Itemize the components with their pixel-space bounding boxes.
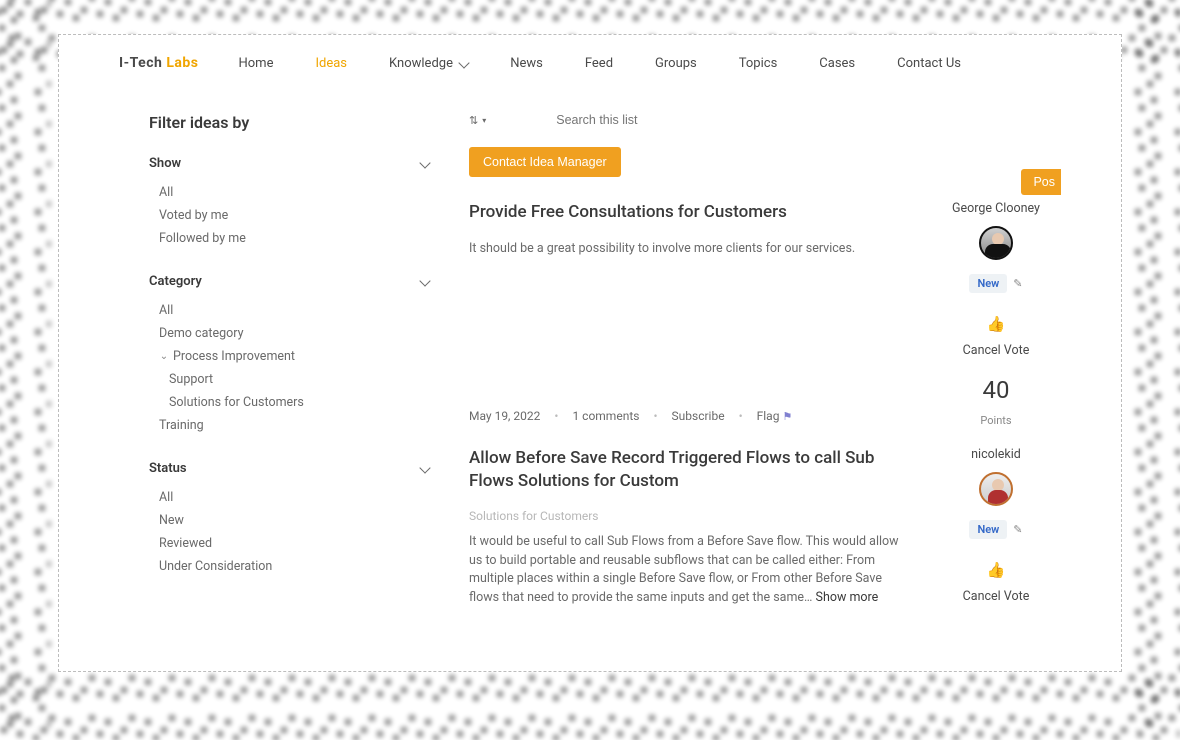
nav-items: Home Ideas Knowledge News Feed Groups To… [238,56,960,71]
status-row: New ✎ [969,520,1022,539]
logo-text-1: I-Tech [119,55,162,71]
filter-item-cat-support[interactable]: Support [159,372,429,387]
filter-group-status: Status All New Reviewed Under Considerat… [149,461,429,574]
filters-title: Filter ideas by [149,113,429,132]
thumbs-up-icon[interactable]: 👍 [987,315,1006,333]
filter-item-followed[interactable]: Followed by me [159,231,429,246]
avatar[interactable] [979,226,1013,260]
chevron-down-icon [421,461,429,476]
app-frame: I-Tech Labs Home Ideas Knowledge News Fe… [58,34,1122,672]
idea-meta: May 19, 2022 • 1 comments • Subscribe • … [469,409,911,423]
filter-status-label: Status [149,461,187,476]
filter-item-all[interactable]: All [159,185,429,200]
display-toggle[interactable]: ⇅▾ [469,114,486,127]
idea-body: Provide Free Consultations for Customers… [469,201,911,427]
author-name[interactable]: nicolekid [971,447,1021,462]
filters-sidebar: Filter ideas by Show All Voted by me Fol… [149,113,429,628]
idea-card: Allow Before Save Record Triggered Flows… [469,447,1061,608]
status-row: New ✎ [969,274,1022,293]
idea-body: Allow Before Save Record Triggered Flows… [469,447,911,608]
nav-knowledge-label: Knowledge [389,56,453,71]
filter-item-cat-process[interactable]: ⌄ Process Improvement [159,349,429,364]
idea-description: It should be a great possibility to invo… [469,240,909,259]
content: Filter ideas by Show All Voted by me Fol… [59,85,1121,628]
chevron-down-icon [460,56,468,71]
nav-topics[interactable]: Topics [739,56,778,71]
separator-dot: • [554,409,558,423]
nav-news[interactable]: News [510,56,543,71]
list-icon: ⇅ [469,114,478,127]
idea-comments-link[interactable]: 1 comments [572,409,639,423]
filter-item-status-new[interactable]: New [159,513,429,528]
filter-item-cat-demo[interactable]: Demo category [159,326,429,341]
pencil-icon[interactable]: ✎ [1013,277,1022,290]
points-label: Points [980,414,1011,427]
pencil-icon[interactable]: ✎ [1013,523,1022,536]
nav-home[interactable]: Home [238,56,273,71]
status-badge: New [969,520,1007,539]
idea-description: It would be useful to call Sub Flows fro… [469,533,909,608]
idea-side: George Clooney New ✎ 👍 Cancel Vote 40 Po… [931,201,1061,427]
filter-item-status-all[interactable]: All [159,490,429,505]
cancel-vote-link[interactable]: Cancel Vote [963,589,1030,604]
filter-show-label: Show [149,156,181,171]
logo-text-2: Labs [166,55,198,71]
cancel-vote-link[interactable]: Cancel Vote [963,343,1030,358]
avatar[interactable] [979,472,1013,506]
filter-item-voted[interactable]: Voted by me [159,208,429,223]
main-column: ⇅▾ Pos Contact Idea Manager Provide Free… [469,113,1061,628]
caret-down-icon: ▾ [482,116,486,125]
chevron-down-icon [421,156,429,171]
separator-dot: • [653,409,657,423]
filter-item-status-under[interactable]: Under Consideration [159,559,429,574]
filter-category-label: Category [149,274,202,289]
filter-item-cat-process-label: Process Improvement [173,349,295,364]
author-name[interactable]: George Clooney [952,201,1040,216]
idea-card: Provide Free Consultations for Customers… [469,201,1061,427]
filter-item-cat-all[interactable]: All [159,303,429,318]
points-value: 40 [983,376,1010,404]
contact-idea-manager-button[interactable]: Contact Idea Manager [469,147,621,177]
idea-flag-link[interactable]: Flag ⚑ [757,409,793,423]
nav-knowledge[interactable]: Knowledge [389,56,468,71]
search-input[interactable] [556,113,756,127]
nav-feed[interactable]: Feed [585,56,613,71]
idea-date: May 19, 2022 [469,409,540,423]
flag-icon: ⚑ [782,410,792,423]
filter-item-status-reviewed[interactable]: Reviewed [159,536,429,551]
idea-side: nicolekid New ✎ 👍 Cancel Vote [931,447,1061,608]
separator-dot: • [739,409,743,423]
nav-ideas[interactable]: Ideas [315,56,347,71]
show-more-link[interactable]: Show more [816,590,879,605]
top-nav: I-Tech Labs Home Ideas Knowledge News Fe… [59,35,1121,85]
chevron-down-icon [421,274,429,289]
idea-subcategory[interactable]: Solutions for Customers [469,509,911,523]
thumbs-up-icon[interactable]: 👍 [987,561,1006,579]
filter-header-status[interactable]: Status [149,461,429,476]
nav-contact-us[interactable]: Contact Us [897,56,961,71]
post-button[interactable]: Pos [1021,169,1061,195]
nav-cases[interactable]: Cases [819,56,855,71]
idea-flag-label: Flag [757,409,780,423]
idea-title[interactable]: Provide Free Consultations for Customers [469,201,911,224]
nav-groups[interactable]: Groups [655,56,697,71]
logo: I-Tech Labs [119,55,198,71]
idea-title[interactable]: Allow Before Save Record Triggered Flows… [469,447,911,493]
filter-group-category: Category All Demo category ⌄ Process Imp… [149,274,429,433]
main-toolbar: ⇅▾ [469,113,1061,127]
filter-group-show: Show All Voted by me Followed by me [149,156,429,246]
chevron-down-icon: ⌄ [159,351,169,362]
filter-item-cat-training[interactable]: Training [159,418,429,433]
filter-item-cat-solutions[interactable]: Solutions for Customers [159,395,429,410]
status-badge: New [969,274,1007,293]
filter-header-category[interactable]: Category [149,274,429,289]
idea-subscribe-link[interactable]: Subscribe [672,409,725,423]
filter-header-show[interactable]: Show [149,156,429,171]
